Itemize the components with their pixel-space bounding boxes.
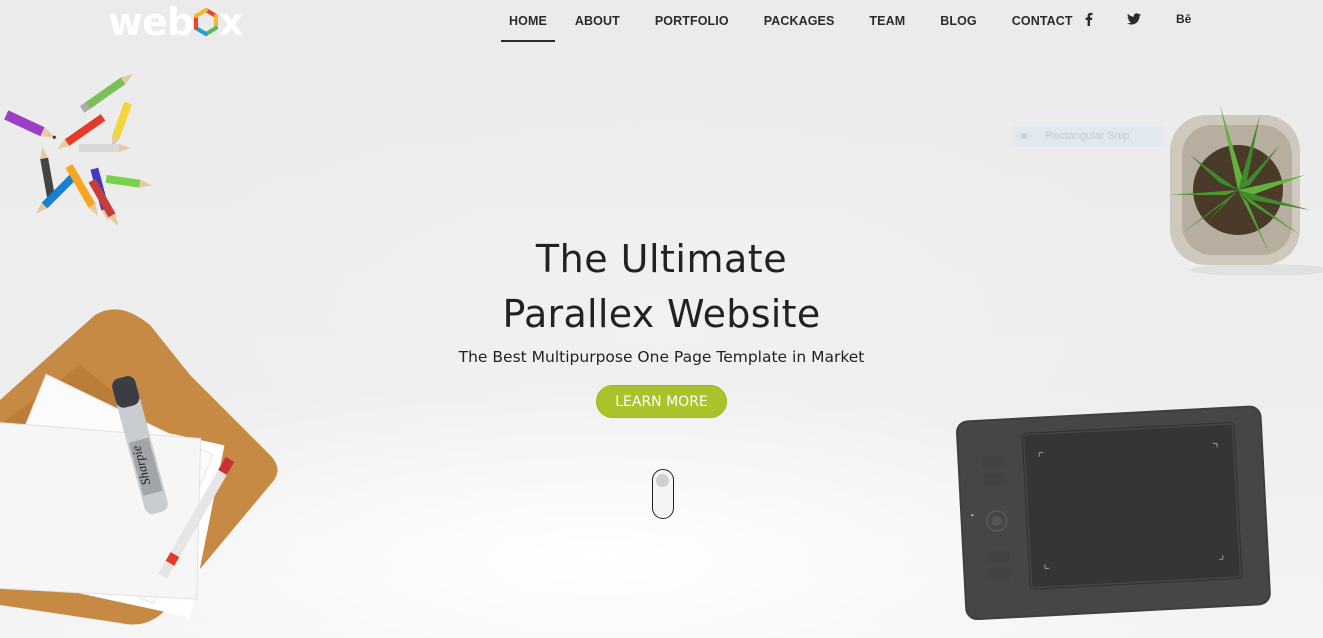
nav-item-packages[interactable]: PACKAGES: [764, 0, 835, 42]
logo-text-post: x: [219, 0, 243, 44]
facebook-icon[interactable]: [1084, 0, 1093, 38]
drawing-tablet: [956, 405, 1271, 620]
hero-title-line2: Parallex Website: [502, 292, 821, 336]
hero-subtitle: The Best Multipurpose One Page Template …: [458, 348, 865, 366]
learn-more-button[interactable]: LEARN MORE: [596, 385, 727, 418]
nav-item-team[interactable]: TEAM: [869, 0, 905, 42]
scroll-wheel: [656, 474, 669, 487]
logo[interactable]: web x: [108, 0, 244, 44]
behance-icon[interactable]: Bē: [1176, 0, 1191, 38]
nav-item-blog[interactable]: BLOG: [940, 0, 977, 42]
logo-hexagon-icon: [191, 5, 221, 39]
hero-section: The Ultimate Parallex Website The Best M…: [0, 232, 1323, 418]
nav-item-home[interactable]: HOME: [501, 0, 555, 42]
behance-label: Bē: [1176, 12, 1192, 26]
nav-item-about[interactable]: ABOUT: [575, 0, 620, 42]
colored-pencils: [4, 73, 152, 226]
scroll-mouse-icon[interactable]: [652, 469, 674, 519]
nav-item-portfolio[interactable]: PORTFOLIO: [655, 0, 729, 42]
main-nav: HOME ABOUT PORTFOLIO PACKAGES TEAM BLOG …: [500, 0, 1073, 42]
snip-icon: [1021, 133, 1027, 139]
logo-text-pre: web: [108, 0, 194, 44]
snip-label: Rectangular Snip: [1045, 130, 1130, 142]
hero-title-line1: The Ultimate: [535, 237, 788, 281]
rectangular-snip-tooltip: Rectangular Snip: [1013, 126, 1163, 147]
twitter-icon[interactable]: [1127, 0, 1141, 38]
nav-item-contact[interactable]: CONTACT: [1012, 0, 1073, 42]
